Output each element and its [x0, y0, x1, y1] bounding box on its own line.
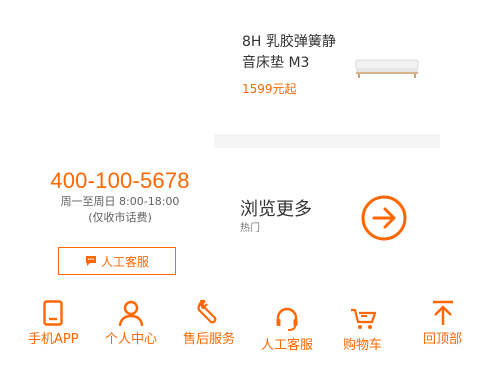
browse-more-title[interactable]: 浏览更多: [240, 198, 312, 222]
product-card[interactable]: 8H 乳胶弹簧静音床垫 M3 1599元起: [214, 22, 440, 124]
user-icon: [118, 300, 144, 326]
nav-label-back-to-top: 回顶部: [423, 332, 463, 347]
nav-label-app: 手机APP: [28, 332, 79, 347]
nav-item-back-to-top[interactable]: 回顶部: [423, 300, 462, 348]
product-title[interactable]: 8H 乳胶弹簧静音床垫 M3: [242, 32, 342, 74]
nav-item-app[interactable]: 手机APP: [28, 300, 79, 348]
product-price: 1599元起: [242, 82, 297, 96]
customer-service-label: 人工客服: [100, 254, 149, 269]
phone-icon: [43, 300, 63, 326]
hotline-fee: (仅收市话费): [88, 211, 152, 224]
nav-label-profile: 个人中心: [105, 332, 158, 347]
nav-item-customer-service[interactable]: 人工客服: [261, 306, 313, 354]
back-to-top-icon: [432, 300, 453, 325]
nav-item-after-sales[interactable]: 售后服务: [183, 298, 235, 348]
chat-bubble-icon: [85, 256, 96, 266]
cart-icon: [350, 308, 376, 329]
section-divider: [214, 134, 440, 148]
browse-more[interactable]: 浏览更多 热门: [240, 198, 312, 236]
hotline-block: 400-100-5678 周一至周日 8:00-18:00 (仅收市话费): [36, 168, 204, 226]
nav-item-cart[interactable]: 购物车: [343, 306, 382, 354]
wrench-icon: [197, 299, 217, 324]
hotline-number[interactable]: 400-100-5678: [36, 168, 204, 194]
hotline-hours: 周一至周日 8:00-18:00: [60, 195, 180, 208]
customer-service-button[interactable]: 人工客服: [58, 247, 176, 275]
nav-item-profile[interactable]: 个人中心: [105, 300, 157, 348]
arrow-right-circle-icon[interactable]: [360, 194, 408, 242]
browse-more-subtitle: 热门: [240, 223, 260, 234]
headset-icon: [276, 307, 298, 331]
nav-label-cart: 购物车: [343, 338, 383, 353]
nav-label-after-sales: 售后服务: [183, 332, 236, 347]
mattress-image[interactable]: [352, 48, 422, 82]
nav-label-customer-service: 人工客服: [261, 338, 314, 353]
